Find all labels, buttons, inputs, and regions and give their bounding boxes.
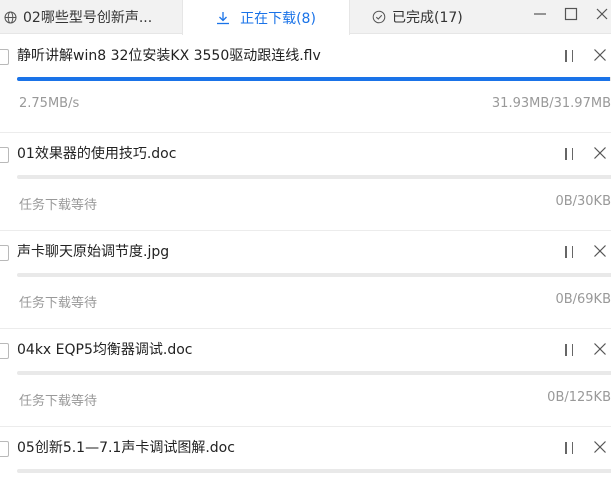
pause-icon-bar: [571, 246, 573, 258]
tab-downloading[interactable]: 正在下载(8): [182, 0, 350, 35]
maximize-icon: [564, 7, 578, 21]
file-name: 声卡聊天原始调节度.jpg: [17, 244, 170, 260]
file-size: 0B/69KB: [555, 292, 611, 307]
file-icon: [0, 245, 9, 261]
file-icon: [0, 441, 9, 457]
download-list: 静听讲解win8 32位安装KX 3550驱动跟连线.flv 2.75MB/s …: [0, 35, 611, 489]
close-icon: [593, 49, 606, 61]
download-status: 任务下载等待: [19, 198, 98, 213]
download-status: 任务下载等待: [19, 394, 98, 409]
download-item[interactable]: 静听讲解win8 32位安装KX 3550驱动跟连线.flv 2.75MB/s …: [0, 35, 611, 133]
close-icon: [593, 245, 606, 257]
file-size: 0B/125KB: [547, 390, 611, 405]
file-icon: [0, 343, 9, 359]
progress-fill: [17, 77, 611, 81]
download-item[interactable]: 声卡聊天原始调节度.jpg 任务下载等待 0B/69KB: [0, 231, 611, 329]
download-status: 任务下载等待: [19, 296, 98, 311]
download-item[interactable]: 04kx EQP5均衡器调试.doc 任务下载等待 0B/125KB: [0, 329, 611, 427]
cancel-button[interactable]: [588, 436, 611, 458]
pause-button[interactable]: [562, 440, 576, 456]
progress-bar: [17, 469, 611, 473]
file-name: 04kx EQP5均衡器调试.doc: [17, 342, 193, 358]
file-name: 05创新5.1—7.1声卡调试图解.doc: [17, 440, 235, 456]
progress-bar: [17, 371, 611, 375]
cancel-button[interactable]: [588, 142, 611, 164]
download-icon: [216, 11, 230, 25]
close-icon: [593, 343, 606, 355]
file-icon: [0, 147, 9, 163]
cancel-button[interactable]: [588, 240, 611, 262]
maximize-button[interactable]: [557, 0, 585, 28]
pause-icon-bar: [565, 50, 567, 62]
cancel-button[interactable]: [588, 44, 611, 66]
cancel-button[interactable]: [588, 338, 611, 360]
pause-button[interactable]: [562, 244, 576, 260]
tab-folder[interactable]: 02哪些型号创新声...: [0, 0, 182, 34]
pause-icon-bar: [571, 50, 573, 62]
pause-icon-bar: [571, 148, 573, 160]
close-icon: [593, 441, 606, 453]
file-name: 静听讲解win8 32位安装KX 3550驱动跟连线.flv: [17, 48, 321, 64]
pause-button[interactable]: [562, 342, 576, 358]
pause-button[interactable]: [562, 48, 576, 64]
minimize-button[interactable]: [526, 0, 554, 28]
tab-downloading-label: 正在下载(8): [240, 10, 316, 27]
tab-bar: 02哪些型号创新声... 正在下载(8) 已完成(17): [0, 0, 611, 35]
download-speed: 2.75MB/s: [19, 96, 80, 111]
tab-completed-label: 已完成(17): [392, 10, 463, 26]
file-icon: [0, 49, 9, 65]
download-item[interactable]: 05创新5.1—7.1声卡调试图解.doc: [0, 427, 611, 489]
file-size: 0B/30KB: [555, 194, 611, 209]
check-circle-icon: [372, 10, 386, 24]
pause-icon-bar: [571, 344, 573, 356]
close-icon: [596, 8, 608, 20]
pause-icon-bar: [565, 344, 567, 356]
pause-icon-bar: [571, 442, 573, 454]
pause-icon-bar: [565, 246, 567, 258]
minimize-icon: [534, 13, 546, 15]
pause-button[interactable]: [562, 146, 576, 162]
pause-icon-bar: [565, 442, 567, 454]
progress-bar: [17, 175, 611, 179]
progress-bar: [17, 77, 611, 81]
close-window-button[interactable]: [588, 0, 611, 28]
tab-completed[interactable]: 已完成(17): [352, 0, 492, 34]
progress-bar: [17, 273, 611, 277]
download-item[interactable]: 01效果器的使用技巧.doc 任务下载等待 0B/30KB: [0, 133, 611, 231]
globe-icon: [4, 11, 17, 24]
pause-icon-bar: [565, 148, 567, 160]
close-icon: [593, 147, 606, 159]
tab-folder-label: 02哪些型号创新声...: [23, 10, 153, 26]
file-name: 01效果器的使用技巧.doc: [17, 146, 177, 162]
file-size: 31.93MB/31.97MB: [491, 96, 611, 111]
